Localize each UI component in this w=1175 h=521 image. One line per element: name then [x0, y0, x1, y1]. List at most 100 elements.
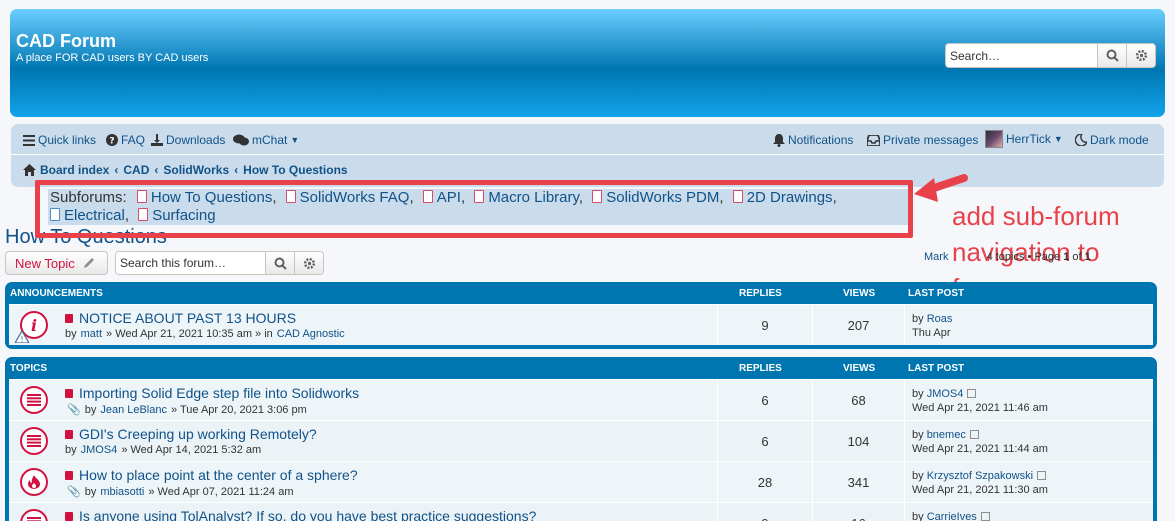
breadcrumb-board-index[interactable]: Board index — [40, 163, 109, 177]
announcement-row[interactable]: i ! NOTICE ABOUT PAST 13 HOURS by matt »… — [9, 304, 1153, 345]
replies-count: 9 — [717, 503, 813, 521]
avatar — [985, 130, 1003, 148]
last-post: by JMOS4 Wed Apr 21, 2021 11:46 am — [912, 387, 1048, 415]
view-latest-post-icon[interactable] — [967, 389, 977, 398]
chevron-left-icon: ‹ — [234, 163, 239, 177]
page-current: 1 — [1063, 251, 1070, 263]
topic-forum[interactable]: CAD Agnostic — [277, 328, 345, 340]
last-post-date: Thu Apr — [912, 327, 951, 339]
topic-author[interactable]: Jean LeBlanc — [100, 404, 167, 416]
svg-text:?: ? — [109, 137, 114, 147]
breadcrumb: Board index ‹ CAD ‹ SolidWorks ‹ How To … — [23, 163, 348, 177]
new-topic-label: New Topic — [15, 255, 75, 271]
topic-title[interactable]: GDI's Creeping up working Remotely? — [79, 426, 317, 442]
topic-author[interactable]: JMOS4 — [81, 444, 118, 456]
private-messages-link[interactable]: Private messages — [867, 133, 978, 147]
annotation-highlight-box — [35, 180, 913, 238]
header-search — [945, 43, 1156, 68]
chevron-down-icon: ▼ — [290, 135, 300, 145]
replies-count: 28 — [717, 462, 813, 502]
dark-mode-toggle[interactable]: Dark mode — [1075, 133, 1149, 147]
forum-search-button[interactable] — [265, 252, 294, 274]
site-title[interactable]: CAD Forum — [16, 31, 116, 52]
paperclip-icon: 📎 — [67, 404, 81, 416]
view-latest-post-icon[interactable] — [969, 430, 979, 439]
post-icon — [65, 511, 73, 521]
last-post: by CarrieIves — [912, 510, 990, 521]
topic-read-icon — [20, 427, 48, 455]
breadcrumb-solidworks[interactable]: SolidWorks — [163, 163, 229, 177]
chevron-left-icon: ‹ — [154, 163, 159, 177]
last-post-author[interactable]: Roas — [927, 313, 953, 325]
breadcrumb-how-to-questions[interactable]: How To Questions — [243, 163, 347, 177]
downloads-label: Downloads — [166, 133, 226, 147]
gear-icon — [1135, 49, 1147, 62]
user-menu[interactable]: HerrTick ▼ — [985, 130, 1063, 148]
announcements-header: ANNOUNCEMENTS REPLIES VIEWS LAST POST — [9, 282, 1153, 304]
advanced-search-button[interactable] — [1126, 44, 1155, 67]
chevron-down-icon: ▼ — [1053, 134, 1063, 144]
replies-count: 6 — [717, 380, 813, 420]
last-post-author[interactable]: bnemec — [927, 429, 966, 441]
downloads-link[interactable]: Downloads — [151, 133, 225, 147]
nav-main-row: Quick links ? FAQ Downloads mChat ▼ Noti… — [11, 124, 1164, 155]
topics-title: TOPICS — [10, 363, 48, 374]
topics-panel: TOPICS REPLIES VIEWS LAST POST Importing… — [5, 357, 1157, 521]
notifications-link[interactable]: Notifications — [773, 133, 853, 147]
breadcrumb-cad[interactable]: CAD — [123, 163, 149, 177]
by-label: by — [65, 444, 77, 456]
navbar: Quick links ? FAQ Downloads mChat ▼ Noti… — [11, 124, 1164, 187]
view-latest-post-icon[interactable] — [1037, 471, 1047, 480]
last-post-author[interactable]: CarrieIves — [927, 511, 977, 521]
by-label: by — [912, 511, 924, 521]
topic-title[interactable]: Is anyone using TolAnalyst? If so, do yo… — [79, 508, 536, 521]
topic-date: » Wed Apr 07, 2021 11:24 am — [148, 485, 294, 498]
topic-row[interactable]: Importing Solid Edge step file into Soli… — [9, 379, 1153, 420]
topic-author[interactable]: matt — [81, 328, 102, 340]
last-post: by Krzysztof Szpakowski Wed Apr 21, 2021… — [912, 469, 1048, 497]
last-post-header: LAST POST — [908, 363, 965, 374]
mark-read-link[interactable]: Mark — [924, 251, 948, 263]
topic-row[interactable]: GDI's Creeping up working Remotely? by J… — [9, 420, 1153, 461]
views-count: 16 — [813, 503, 905, 521]
hot-topic-icon — [20, 468, 48, 496]
topic-date: » Wed Apr 14, 2021 5:32 am — [121, 444, 262, 456]
quick-links-menu[interactable]: Quick links — [23, 133, 96, 147]
paperclip-icon: 📎 — [67, 486, 81, 498]
flame-icon — [28, 475, 40, 489]
faq-link[interactable]: ? FAQ — [106, 133, 145, 147]
forum-advanced-search-button[interactable] — [294, 252, 323, 274]
page-of: of — [1072, 251, 1082, 263]
header-search-input[interactable] — [946, 44, 1097, 67]
quick-links-label: Quick links — [38, 133, 97, 147]
search-button[interactable] — [1097, 44, 1126, 67]
topic-title[interactable]: How to place point at the center of a sp… — [79, 467, 358, 483]
forum-search-input[interactable] — [116, 252, 265, 274]
topics-header: TOPICS REPLIES VIEWS LAST POST — [9, 357, 1153, 379]
chat-icon — [233, 134, 249, 146]
chevron-left-icon: ‹ — [114, 163, 119, 177]
post-icon — [65, 388, 73, 398]
topic-author[interactable]: mbiasotti — [100, 486, 144, 498]
last-post-header: LAST POST — [908, 288, 965, 299]
last-post-date: Wed Apr 21, 2021 11:44 am — [912, 443, 1048, 455]
topic-date: » Wed Apr 21, 2021 10:35 am » in — [106, 328, 273, 340]
topic-row[interactable]: How to place point at the center of a sp… — [9, 461, 1153, 502]
moon-icon — [1075, 134, 1087, 146]
view-latest-post-icon[interactable] — [980, 512, 990, 521]
last-post: by Roas Thu Apr — [912, 312, 952, 340]
warning-icon: ! — [15, 331, 29, 343]
mchat-label: mChat — [252, 133, 288, 147]
topic-title[interactable]: Importing Solid Edge step file into Soli… — [79, 385, 359, 401]
last-post-author[interactable]: Krzysztof Szpakowski — [927, 470, 1033, 482]
search-icon — [274, 257, 287, 270]
mchat-menu[interactable]: mChat ▼ — [233, 133, 299, 147]
announcements-panel: ANNOUNCEMENTS REPLIES VIEWS LAST POST i … — [5, 282, 1157, 349]
new-topic-button[interactable]: New Topic — [5, 251, 108, 275]
dark-mode-label: Dark mode — [1090, 133, 1149, 147]
topic-row[interactable]: Is anyone using TolAnalyst? If so, do yo… — [9, 502, 1153, 521]
search-icon — [1106, 49, 1119, 62]
site-header: CAD Forum A place FOR CAD users BY CAD u… — [10, 9, 1165, 117]
last-post-author[interactable]: JMOS4 — [927, 388, 964, 400]
topic-title[interactable]: NOTICE ABOUT PAST 13 HOURS — [79, 310, 296, 326]
